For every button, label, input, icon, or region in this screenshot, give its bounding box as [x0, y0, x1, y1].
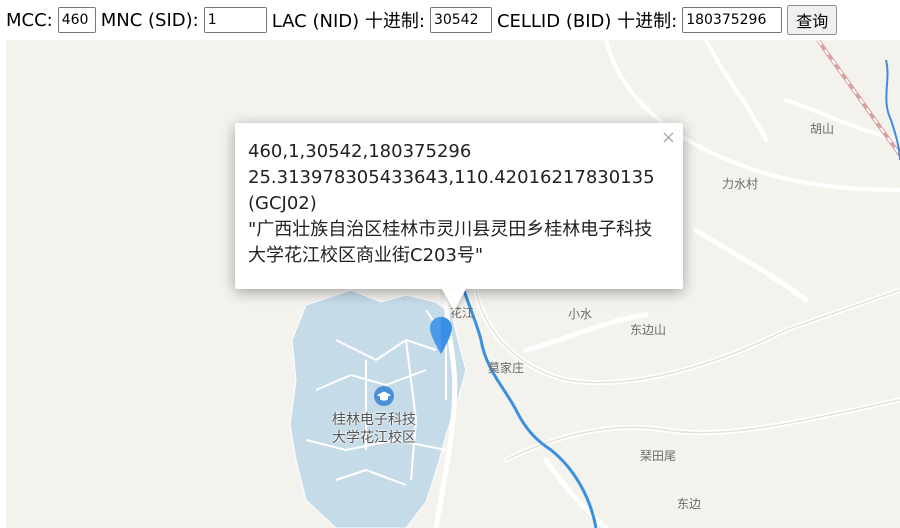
lac-input[interactable] — [429, 7, 492, 33]
mnc-input[interactable] — [203, 7, 267, 33]
popup-cell-info: 460,1,30542,180375296 — [248, 141, 472, 162]
campus-label-line1: 桂林电子科技 — [332, 412, 416, 428]
query-button[interactable]: 查询 — [787, 5, 838, 35]
popup-close-button[interactable]: × — [661, 127, 676, 149]
map-label-dongbian: 东边 — [677, 497, 702, 511]
map-label-lishuicun: 力水村 — [722, 177, 759, 191]
location-popup: × 460,1,30542,180375296 25.3139783054336… — [235, 123, 683, 289]
map-view[interactable]: 胡山 力水村 花江 小水 东边山 莫家庄 琹田尾 东边 桂林电子科技 大学花江校… — [6, 40, 900, 528]
cellid-label: CELLID (BID) 十进制: — [496, 11, 678, 32]
map-label-mojiazhuang: 莫家庄 — [488, 361, 525, 375]
popup-coordinate-system: (GCJ02) — [248, 193, 317, 214]
map-pin-icon[interactable] — [429, 316, 453, 356]
map-label-xiaoshui: 小水 — [568, 307, 593, 321]
lac-label: LAC (NID) 十进制: — [271, 11, 425, 32]
map-label-qintianwei: 琹田尾 — [640, 449, 677, 463]
popup-tip — [442, 289, 466, 311]
mcc-label: MCC: — [6, 9, 53, 31]
map-label-hushan: 胡山 — [810, 122, 835, 136]
query-toolbar: MCC: MNC (SID): LAC (NID) 十进制: CELLID (B… — [0, 0, 900, 40]
popup-coordinates: 25.313978305433643,110.42016217830135 — [248, 167, 655, 188]
cellid-input[interactable] — [682, 7, 783, 33]
popup-address: "广西壮族自治区桂林市灵川县灵田乡桂林电子科技大学花江校区商业街C203号" — [248, 219, 653, 266]
mnc-label: MNC (SID): — [100, 9, 199, 31]
campus-label-line2: 大学花江校区 — [332, 430, 416, 446]
map-label-campus: 桂林电子科技 大学花江校区 — [332, 411, 416, 447]
map-label-dongbianshan: 东边山 — [630, 323, 667, 337]
mcc-input[interactable] — [57, 7, 96, 33]
graduation-cap-icon — [374, 386, 394, 406]
